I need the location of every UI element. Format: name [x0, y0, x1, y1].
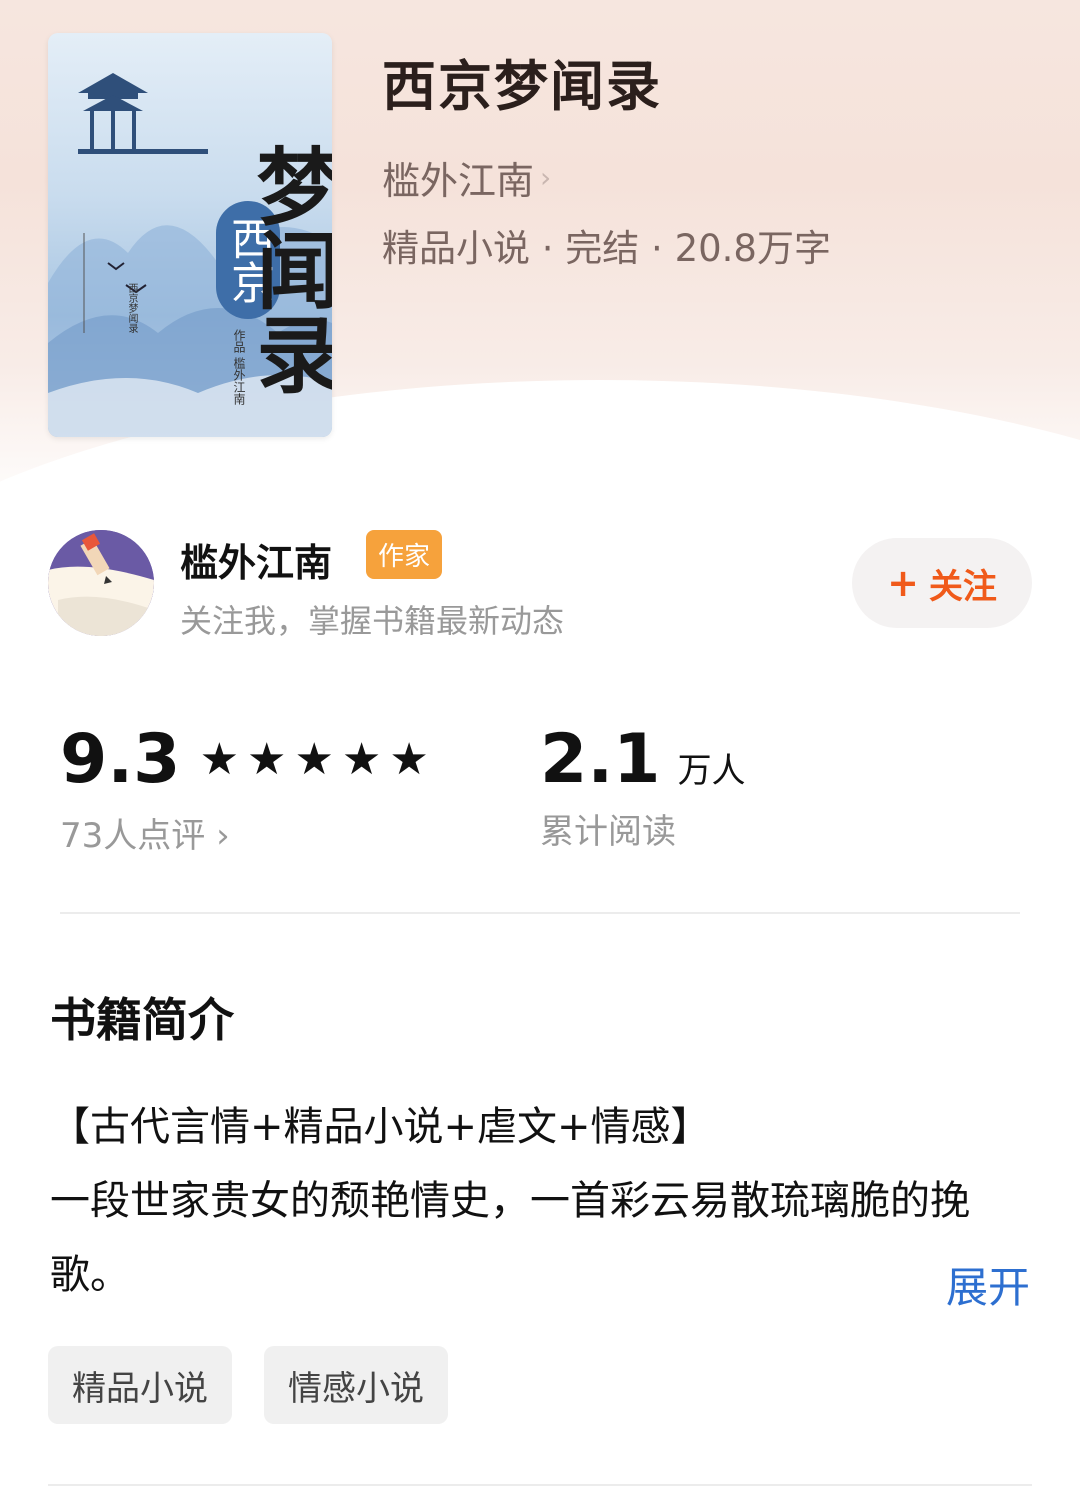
expand-button[interactable]: 展开 [946, 1254, 1030, 1315]
author-name[interactable]: 槛外江南 [180, 532, 332, 587]
chevron-right-icon: › [540, 161, 552, 194]
author-link-label: 槛外江南 [382, 159, 535, 203]
rating-score: 9.3 [60, 720, 181, 799]
chevron-right-icon: › [216, 816, 230, 856]
tag-chip[interactable]: 情感小说 [264, 1346, 448, 1424]
book-meta: 精品小说 · 完结 · 20.8万字 [382, 227, 831, 270]
star-rating-icon: ★★★★★ [199, 734, 437, 785]
author-card: 槛外江南 作家 关注我，掌握书籍最新动态 + 关注 [48, 530, 1032, 640]
avatar-illustration [48, 530, 154, 636]
cover-title: 梦闻录 [243, 143, 332, 395]
reads-block: 2.1 万人 [540, 720, 746, 799]
author-description: 关注我，掌握书籍最新动态 [180, 602, 565, 640]
intro-body: 一段世家贵女的颓艳情史，一首彩云易散琉璃脆的挽歌。 [50, 1178, 970, 1298]
avatar[interactable] [48, 530, 154, 636]
intro-tags-line: 【古代言情+精品小说+虐文+情感】 [50, 1104, 711, 1150]
reads-label: 累计阅读 [540, 812, 676, 852]
section-divider [60, 912, 1020, 914]
reads-unit: 万人 [677, 751, 746, 791]
bottom-divider [48, 1484, 1032, 1486]
cover-author: 作品 槛外江南 [232, 329, 246, 405]
book-title: 西京梦闻录 [382, 55, 662, 118]
intro-heading: 书籍简介 [50, 993, 234, 1047]
reviews-link[interactable]: 73人点评 › [60, 808, 230, 857]
book-cover[interactable]: 西京 梦闻录 作品 槛外江南 西京梦闻录 [48, 33, 332, 437]
follow-label: 关注 [928, 566, 997, 607]
reviews-count: 73人点评 [60, 816, 206, 856]
cover-side-text: 西京梦闻录 [126, 283, 137, 333]
author-badge: 作家 [366, 530, 443, 579]
follow-button[interactable]: + 关注 [852, 538, 1032, 628]
author-link[interactable]: 槛外江南 › [382, 150, 551, 205]
rating-block: 9.3 ★★★★★ [60, 720, 437, 799]
tag-chip[interactable]: 精品小说 [48, 1346, 232, 1424]
reads-value: 2.1 [540, 720, 661, 799]
plus-icon: + [887, 561, 919, 605]
